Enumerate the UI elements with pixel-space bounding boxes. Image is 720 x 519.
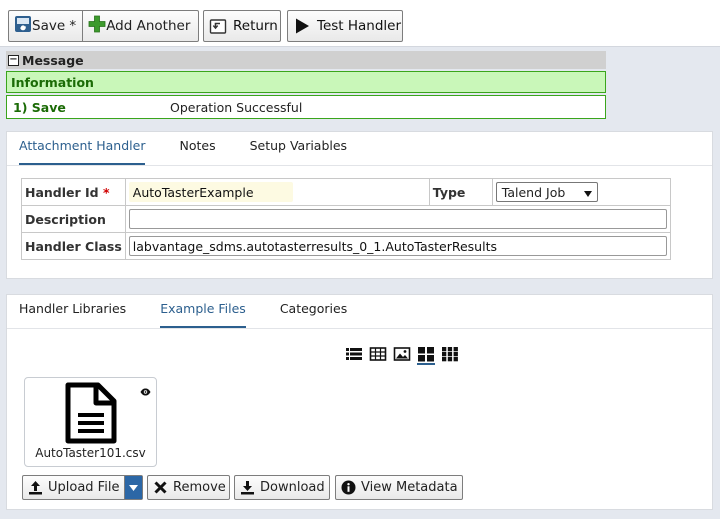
message-header-label: Message	[22, 52, 84, 68]
message-row: 1) Save Operation Successful	[6, 95, 606, 119]
collapse-icon[interactable]: −	[8, 54, 19, 66]
handler-class-input[interactable]	[128, 236, 667, 256]
add-another-label: Add Another	[106, 18, 191, 34]
view-metadata-label: View Metadata	[361, 480, 458, 495]
type-label: Type	[428, 178, 493, 206]
eye-icon[interactable]	[140, 385, 151, 400]
upload-file-label: Upload File	[48, 480, 120, 495]
message-header: − Message	[6, 51, 606, 69]
chevron-down-icon	[129, 484, 138, 491]
small-grid-icon[interactable]	[441, 346, 459, 362]
tab-categories[interactable]: Categories	[280, 301, 347, 328]
tab-setup-variables[interactable]: Setup Variables	[250, 138, 347, 165]
save-button[interactable]: Save *	[9, 11, 82, 41]
message-box: − Message Information 1) Save Operation …	[6, 51, 606, 119]
info-icon	[341, 480, 356, 495]
handler-panel: Attachment Handler Notes Setup Variables…	[6, 131, 713, 279]
toolbar: Save * Add Another Return Test Handler	[0, 0, 720, 47]
files-tabs: Handler Libraries Example Files Categori…	[7, 295, 712, 329]
handler-id-label: Handler Id *	[21, 178, 126, 206]
return-icon	[209, 17, 227, 35]
download-icon	[240, 480, 255, 495]
handler-id-input[interactable]	[128, 182, 293, 202]
upload-icon	[28, 480, 43, 495]
remove-label: Remove	[173, 480, 226, 495]
test-handler-button[interactable]: Test Handler	[287, 10, 403, 42]
return-button[interactable]: Return	[203, 10, 281, 42]
save-label: Save *	[32, 18, 77, 34]
required-mark: *	[102, 184, 110, 200]
upload-file-button[interactable]: Upload File	[22, 475, 143, 500]
tab-attachment-handler[interactable]: Attachment Handler	[19, 138, 146, 165]
handler-form: Handler Id * Type Talend Job Description…	[21, 178, 672, 260]
table-view-icon[interactable]	[369, 346, 387, 362]
description-input[interactable]	[128, 209, 667, 229]
tab-handler-libraries[interactable]: Handler Libraries	[19, 301, 126, 328]
remove-button[interactable]: Remove	[147, 475, 230, 500]
close-icon	[153, 480, 168, 495]
tab-example-files[interactable]: Example Files	[160, 301, 246, 328]
play-icon	[293, 17, 311, 35]
return-label: Return	[233, 18, 278, 34]
image-view-icon[interactable]	[393, 346, 411, 362]
document-icon	[65, 382, 117, 448]
save-button-group: Save * Add Another	[8, 10, 199, 42]
large-grid-icon[interactable]	[417, 346, 435, 365]
message-row-value: Operation Successful	[170, 99, 303, 115]
files-panel: Handler Libraries Example Files Categori…	[6, 294, 713, 510]
message-info-title: Information	[6, 71, 606, 93]
test-handler-label: Test Handler	[317, 18, 402, 34]
chevron-down-icon	[583, 185, 592, 200]
handler-tabs: Attachment Handler Notes Setup Variables	[7, 132, 712, 166]
list-view-icon[interactable]	[345, 346, 363, 362]
type-select[interactable]: Talend Job	[495, 182, 598, 202]
plus-icon	[88, 15, 106, 37]
save-icon	[14, 15, 32, 37]
tab-notes[interactable]: Notes	[179, 138, 215, 165]
upload-dropdown-button[interactable]	[124, 476, 142, 499]
download-label: Download	[260, 480, 325, 495]
type-select-value: Talend Job	[501, 184, 566, 200]
add-another-button[interactable]: Add Another	[82, 11, 196, 41]
file-card[interactable]: AutoTaster101.csv	[24, 377, 157, 467]
message-row-key: 1) Save	[13, 99, 66, 115]
view-mode-toolbar	[345, 346, 459, 365]
handler-class-label: Handler Class	[21, 232, 126, 260]
description-label: Description	[21, 205, 126, 233]
file-name: AutoTaster101.csv	[35, 446, 146, 460]
view-metadata-button[interactable]: View Metadata	[335, 475, 463, 500]
download-button[interactable]: Download	[234, 475, 330, 500]
